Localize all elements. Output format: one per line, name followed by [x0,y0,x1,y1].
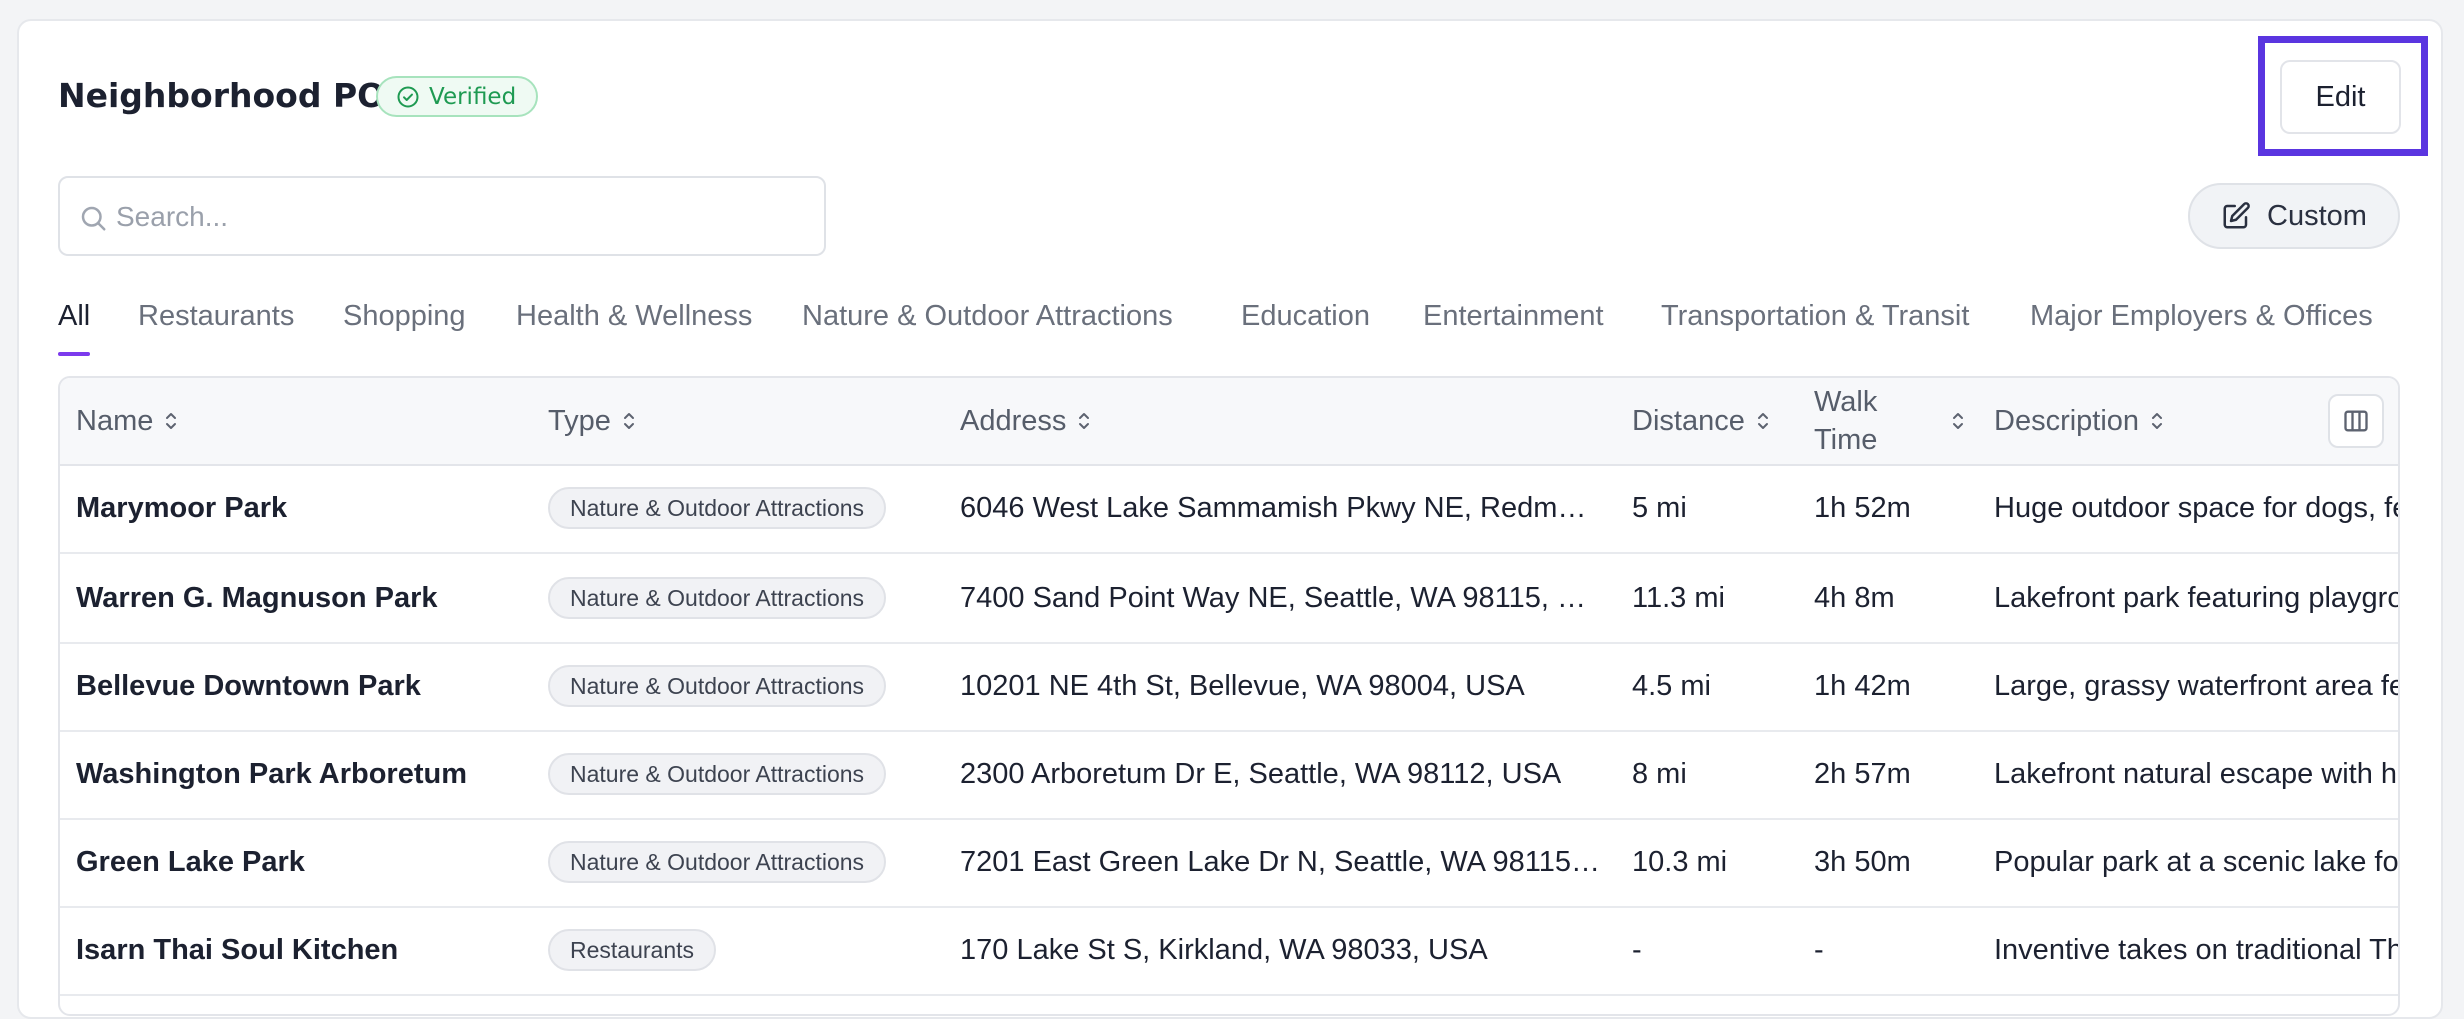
sort-icon [1953,413,1963,429]
search-icon [81,206,106,231]
cell-name: Isarn Thai Soul Kitchen [76,933,399,966]
verified-badge: Verified [376,76,539,117]
column-label: Description [1994,404,2140,437]
cell-address: 7201 East Green Lake Dr N, Seattle, WA 9… [960,818,1600,906]
cell-type: Restaurants [548,906,717,994]
columns-icon [2344,410,2368,432]
cell-name: Warren G. Magnuson Park [76,581,438,614]
cell-walk-time: - [1814,933,1824,966]
search-box [58,176,826,256]
column-header-walk-time[interactable]: Walk Time [1814,378,1974,464]
cell-description: Huge outdoor space for dogs, fe [1994,491,2400,524]
cell-description: Lakefront park featuring playgro [1994,581,2400,614]
sort-icon [1757,413,1768,429]
tab-restaurants[interactable]: Restaurants [138,300,294,352]
type-badge: Restaurants [548,929,717,971]
columns-toggle-button[interactable] [2328,394,2384,448]
cell-description: Lakefront natural escape with h [1994,757,2398,790]
poi-table: Name Type Address Distance Walk Time Des… [58,376,2400,1016]
custom-label: Custom [2267,199,2367,232]
cell-walk-time: 4h 8m [1814,581,1895,614]
sort-icon [1079,413,1090,429]
cell-description: Inventive takes on traditional Th [1994,933,2400,966]
tab-education[interactable]: Education [1241,300,1370,352]
cell-description: Large, grassy waterfront area fe [1994,669,2400,702]
column-header-address[interactable]: Address [960,378,1092,464]
tab-shopping[interactable]: Shopping [343,300,466,352]
column-header-description[interactable]: Description [1994,378,2165,464]
verified-label: Verified [429,83,517,110]
cell-distance: 10.3 mi [1632,845,1728,878]
column-label: Type [548,404,611,437]
address-text: 2300 Arboretum Dr E, Seattle, WA 98112, … [960,757,1562,790]
sort-icon [623,413,634,429]
column-label: Name [76,404,154,437]
cell-description: Popular park at a scenic lake fo [1994,845,2399,878]
cell-walk-time: 1h 52m [1814,491,1911,524]
custom-button[interactable]: Custom [2188,183,2400,249]
cell-type: Nature & Outdoor Attractions [548,554,887,642]
column-header-distance[interactable]: Distance [1632,378,1771,464]
tab-transportation[interactable]: Transportation & Transit [1661,300,1969,352]
type-badge: Nature & Outdoor Attractions [548,487,887,529]
tab-entertainment[interactable]: Entertainment [1423,300,1604,352]
table-header: Name Type Address Distance Walk Time Des… [60,378,2398,466]
cell-type: Nature & Outdoor Attractions [548,818,887,906]
cell-address: 10201 NE 4th St, Bellevue, WA 98004, USA [960,642,1600,730]
cell-name: Bellevue Downtown Park [76,669,421,702]
column-header-name[interactable]: Name [76,378,179,464]
search-input[interactable] [114,192,808,242]
address-text: 170 Lake St S, Kirkland, WA 98033, USA [960,933,1488,966]
cell-name: Washington Park Arboretum [76,757,467,790]
tab-all[interactable]: All [58,300,91,356]
edit-square-icon [2223,202,2250,229]
cell-walk-time: 3h 50m [1814,845,1911,878]
cell-type: Nature & Outdoor Attractions [548,730,887,818]
sort-icon [166,413,177,429]
type-badge: Nature & Outdoor Attractions [548,753,887,795]
cell-distance: 5 mi [1632,491,1687,524]
tab-major-employers[interactable]: Major Employers & Offices [2030,300,2373,352]
sort-icon [2152,413,2163,429]
table-row[interactable]: Isarn Thai Soul Kitchen Restaurants 170 … [60,906,2398,996]
table-row[interactable]: Green Lake Park Nature & Outdoor Attract… [60,818,2398,908]
cell-walk-time: 1h 42m [1814,669,1911,702]
cell-name: Marymoor Park [76,491,288,524]
category-tabs: All Restaurants Shopping Health & Wellne… [58,300,2424,356]
type-badge: Nature & Outdoor Attractions [548,841,887,883]
cell-type: Nature & Outdoor Attractions [548,464,887,552]
address-text: 6046 West Lake Sammamish Pkwy NE, Redmon… [960,491,1600,524]
address-text: 7400 Sand Point Way NE, Seattle, WA 9811… [960,581,1600,614]
cell-address: 170 Lake St S, Kirkland, WA 98033, USA [960,906,1600,994]
cell-address: 7400 Sand Point Way NE, Seattle, WA 9811… [960,554,1600,642]
edit-button[interactable]: Edit [2280,60,2401,134]
cell-distance: 8 mi [1632,757,1687,790]
cell-distance: 4.5 mi [1632,669,1711,702]
table-row[interactable]: Warren G. Magnuson Park Nature & Outdoor… [60,554,2398,644]
tab-health-wellness[interactable]: Health & Wellness [516,300,752,352]
type-badge: Nature & Outdoor Attractions [548,665,887,707]
address-text: 10201 NE 4th St, Bellevue, WA 98004, USA [960,669,1525,702]
column-label: Distance [1632,404,1745,437]
table-row[interactable]: Washington Park Arboretum Nature & Outdo… [60,730,2398,820]
cell-walk-time: 2h 57m [1814,757,1911,790]
address-text: 7201 East Green Lake Dr N, Seattle, WA 9… [960,845,1600,878]
page-title: Neighborhood POIs [58,76,418,115]
type-badge: Nature & Outdoor Attractions [548,577,887,619]
column-label: Address [960,404,1067,437]
cell-address: 2300 Arboretum Dr E, Seattle, WA 98112, … [960,730,1600,818]
cell-distance: 11.3 mi [1632,581,1725,614]
cell-distance: - [1632,933,1642,966]
cell-address: 6046 West Lake Sammamish Pkwy NE, Redmon… [960,464,1600,552]
tab-nature-outdoor[interactable]: Nature & Outdoor Attractions [802,300,1173,352]
table-row[interactable]: Bellevue Downtown Park Nature & Outdoor … [60,642,2398,732]
table-row[interactable]: Marymoor Park Nature & Outdoor Attractio… [60,464,2398,554]
check-circle-icon [397,86,419,107]
cell-type: Nature & Outdoor Attractions [548,642,887,730]
cell-name: Green Lake Park [76,845,305,878]
column-label: Walk Time [1814,386,1878,456]
column-header-type[interactable]: Type [548,378,637,464]
